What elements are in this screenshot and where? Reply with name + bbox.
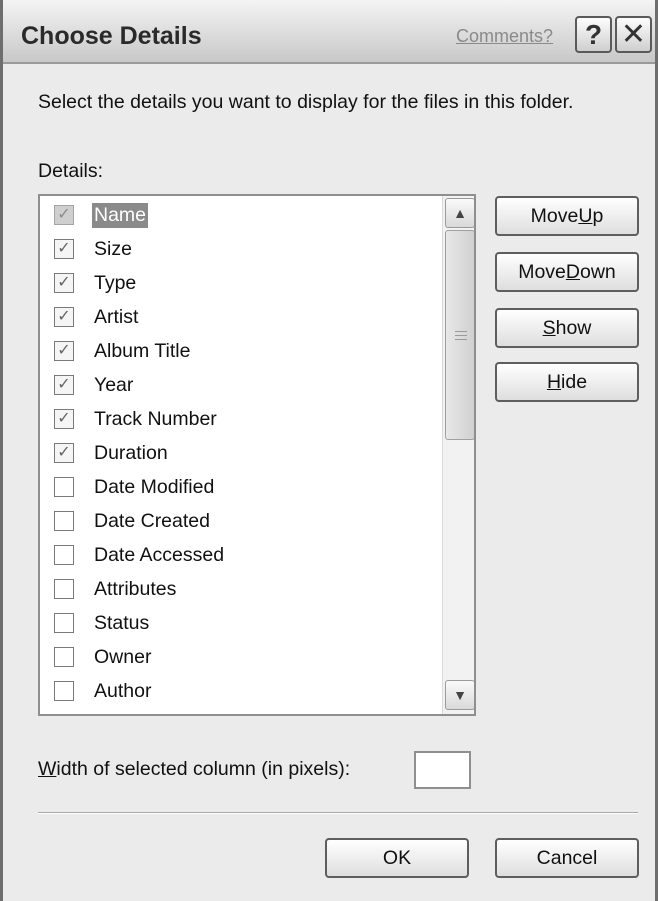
access-key: S: [542, 316, 556, 339]
move-up-button[interactable]: Move Up: [495, 196, 639, 236]
list-item-label: Date Modified: [94, 475, 215, 498]
list-item-label: Name: [92, 202, 149, 228]
thumb-grip: [455, 339, 467, 340]
list-item[interactable]: ✓ Album Title: [40, 336, 440, 366]
check-icon: ✓: [57, 444, 71, 461]
list-item[interactable]: Owner: [40, 642, 440, 672]
access-key: W: [38, 758, 57, 780]
comments-link[interactable]: Comments?: [456, 26, 553, 47]
list-item-label: Duration: [94, 441, 168, 464]
checkbox[interactable]: ✓: [54, 375, 74, 395]
check-icon: ✓: [57, 240, 71, 257]
button-text: how: [555, 316, 592, 339]
button-text: own: [580, 260, 616, 283]
button-text: p: [592, 204, 604, 227]
dialog-title: Choose Details: [21, 22, 202, 50]
column-width-input[interactable]: [414, 751, 471, 789]
access-key: H: [546, 370, 562, 393]
checkbox[interactable]: [54, 681, 74, 701]
help-button[interactable]: ?: [575, 16, 612, 53]
details-label: Details:: [38, 160, 104, 182]
label-text: idth of selected column (in pixels):: [56, 758, 351, 780]
checkbox[interactable]: ✓: [54, 409, 74, 429]
checkbox[interactable]: [54, 545, 74, 565]
list-item[interactable]: Author: [40, 676, 440, 706]
list-item-label: Type: [94, 271, 137, 294]
list-item-label: Track Number: [94, 407, 217, 430]
checkbox[interactable]: [54, 477, 74, 497]
list-item[interactable]: Date Modified: [40, 472, 440, 502]
ok-button[interactable]: OK: [325, 838, 469, 878]
thumb-grip: [455, 335, 467, 336]
move-down-button[interactable]: Move Down: [495, 252, 639, 292]
list-item[interactable]: Attributes: [40, 574, 440, 604]
access-key: D: [565, 260, 580, 283]
list-item-label: Size: [94, 237, 132, 260]
close-button[interactable]: ✕: [615, 16, 652, 53]
checkbox[interactable]: ✓: [54, 273, 74, 293]
scroll-down-button[interactable]: ▼: [445, 680, 474, 710]
help-icon: ?: [584, 18, 603, 50]
close-icon: ✕: [620, 18, 647, 51]
checkbox[interactable]: [54, 715, 74, 716]
list-item[interactable]: ✓ Artist: [40, 302, 440, 332]
list-item-label: Date Created: [94, 509, 210, 532]
width-label: Width of selected column (in pixels):: [38, 758, 350, 781]
list-item[interactable]: ✓ Name: [40, 200, 440, 230]
choose-details-dialog: Choose Details Comments? ? ✕ Select the …: [0, 0, 658, 901]
show-button[interactable]: Show: [495, 308, 639, 348]
hide-button[interactable]: Hide: [495, 362, 639, 402]
list-item[interactable]: Date Accessed: [40, 540, 440, 570]
scrollbar-thumb[interactable]: [445, 230, 474, 440]
list-item-label: Album Title: [94, 339, 191, 362]
scroll-up-button[interactable]: ▲: [445, 198, 474, 228]
checkbox[interactable]: [54, 579, 74, 599]
list-item-label: Status: [94, 611, 150, 634]
vertical-scrollbar[interactable]: ▲ ▼: [442, 196, 474, 714]
cancel-button[interactable]: Cancel: [495, 838, 639, 878]
instruction-text: Select the details you want to display f…: [38, 91, 574, 113]
details-listbox[interactable]: ✓ Name ✓ Size ✓ Type ✓ Artist ✓ Album Title ✓ Year ✓…: [38, 194, 476, 716]
button-text: Move: [518, 260, 566, 283]
checkbox[interactable]: ✓: [54, 443, 74, 463]
checkbox[interactable]: [54, 613, 74, 633]
title-bar[interactable]: Choose Details Comments? ? ✕: [3, 0, 655, 64]
list-item-label: Owner: [94, 645, 152, 668]
check-icon: ✓: [57, 342, 71, 359]
checkbox[interactable]: ✓: [54, 307, 74, 327]
checkbox[interactable]: ✓: [54, 205, 74, 225]
list-item-label: Artist: [94, 305, 139, 328]
check-icon: ✓: [57, 206, 71, 223]
check-icon: ✓: [57, 376, 71, 393]
list-item[interactable]: ✓ Type: [40, 268, 440, 298]
button-text: ide: [561, 370, 588, 393]
list-item[interactable]: Status: [40, 608, 440, 638]
chevron-down-icon: ▼: [453, 687, 467, 703]
list-item[interactable]: ✓ Size: [40, 234, 440, 264]
chevron-up-icon: ▲: [453, 205, 467, 221]
list-item[interactable]: Date Created: [40, 506, 440, 536]
list-item[interactable]: ✓ Duration: [40, 438, 440, 468]
check-icon: ✓: [57, 274, 71, 291]
check-icon: ✓: [57, 308, 71, 325]
list-item-label: Date Accessed: [94, 543, 225, 566]
button-text: Move: [530, 204, 579, 227]
checkbox[interactable]: [54, 511, 74, 531]
separator: [38, 812, 638, 814]
check-icon: ✓: [57, 410, 71, 427]
list-item[interactable]: [40, 710, 440, 716]
checkbox[interactable]: ✓: [54, 341, 74, 361]
list-item[interactable]: ✓ Track Number: [40, 404, 440, 434]
list-item-label: Year: [94, 373, 134, 396]
checkbox[interactable]: ✓: [54, 239, 74, 259]
thumb-grip: [455, 331, 467, 332]
list-item-label: Attributes: [94, 577, 177, 600]
list-item-label: Author: [94, 679, 152, 702]
access-key: U: [578, 204, 593, 227]
list-item[interactable]: ✓ Year: [40, 370, 440, 400]
checkbox[interactable]: [54, 647, 74, 667]
